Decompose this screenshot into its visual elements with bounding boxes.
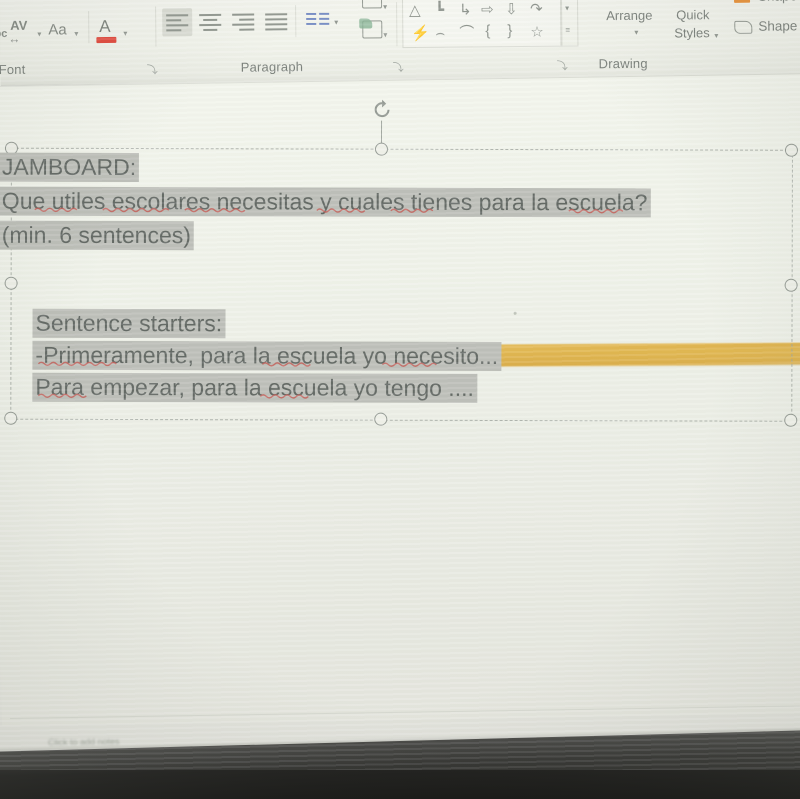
- shape-left-brace-icon[interactable]: {: [485, 22, 490, 39]
- shape-fill-button[interactable]: Shape: [758, 0, 797, 4]
- text-direction-icon[interactable]: [361, 0, 383, 9]
- ribbon-group-font: abc AV ↔ ▾ Aa ▾ A ▾: [0, 3, 142, 48]
- handle-middle-right[interactable]: [784, 278, 798, 292]
- text-line-starter-2-value: Para empezar, para la escuela yo tengo .…: [32, 372, 477, 403]
- shape-outline-icon[interactable]: [732, 19, 754, 37]
- font-color-letter: A: [99, 16, 111, 37]
- text-line-starter-1-value: -Primeramente, para la escuela yo necesi…: [32, 340, 502, 371]
- screenshot-photo: abc AV ↔ ▾ Aa ▾ A ▾ ▾ ▾ ▾ △ ┗ ↳ ⇨ ⇩ ↷ ⚡ …: [0, 0, 800, 799]
- paragraph-drawing-divider: [396, 2, 398, 47]
- shape-triangle-icon[interactable]: △: [409, 2, 421, 19]
- text-line-sentence-starters[interactable]: Sentence starters:: [32, 308, 226, 339]
- shape-corner-icon[interactable]: ┗: [435, 2, 444, 19]
- slide-speck: [513, 311, 517, 315]
- shape-down-arrow-icon[interactable]: ⇩: [505, 1, 518, 18]
- text-line-starter-2[interactable]: Para empezar, para la escuela yo tengo .…: [32, 372, 477, 403]
- gallery-more-caret-icon[interactable]: ≡: [565, 26, 570, 35]
- shape-arc-icon[interactable]: ⌒: [459, 24, 474, 41]
- paragraph-dialog-launcher[interactable]: ⤵: [393, 59, 404, 75]
- convert-smartart-icon[interactable]: [359, 18, 373, 29]
- character-spacing-arrow-icon: ↔: [8, 31, 21, 46]
- handle-middle-left[interactable]: [4, 276, 18, 290]
- shape-right-brace-icon[interactable]: }: [507, 22, 512, 39]
- ribbon: abc AV ↔ ▾ Aa ▾ A ▾ ▾ ▾ ▾ △ ┗ ↳ ⇨ ⇩ ↷ ⚡ …: [0, 0, 800, 86]
- character-spacing-icon[interactable]: AV ↔: [8, 17, 36, 46]
- drawing-dialog-launcher[interactable]: ⤵: [557, 58, 568, 74]
- slide-canvas[interactable]: JAMBOARD: Que utiles escolares necesitas…: [0, 73, 800, 726]
- text-line-sentence-starters-value: Sentence starters:: [32, 308, 226, 339]
- shape-bent-arrow-icon[interactable]: ↳: [459, 1, 472, 18]
- shape-fill-color-swatch: [734, 0, 751, 3]
- justify-button[interactable]: [261, 7, 291, 35]
- selected-text-box[interactable]: JAMBOARD: Que utiles escolares necesitas…: [0, 99, 798, 427]
- text-line-question[interactable]: Que utiles escolares necesitas y cuales …: [0, 186, 651, 218]
- arrange-button[interactable]: Arrange: [606, 8, 652, 23]
- paragraph-group-divider: [295, 5, 297, 38]
- shape-outline-button[interactable]: Shape: [758, 18, 797, 33]
- shape-star-icon[interactable]: ☆: [530, 24, 544, 41]
- text-line-jamboard-value: JAMBOARD:: [0, 152, 140, 183]
- shape-right-arrow-icon[interactable]: ⇨: [481, 1, 494, 18]
- quick-styles-button-line2[interactable]: Styles: [674, 25, 710, 40]
- shapes-gallery[interactable]: △ ┗ ↳ ⇨ ⇩ ↷ ⚡ ⌢ ⌒ { } ☆: [402, 0, 563, 49]
- columns-button[interactable]: [306, 9, 332, 33]
- strikethrough-icon[interactable]: abc: [0, 28, 7, 40]
- align-right-button[interactable]: [228, 8, 258, 36]
- quick-styles-caret-icon[interactable]: ▾: [714, 31, 718, 40]
- columns-caret-icon[interactable]: ▾: [334, 18, 338, 27]
- shape-curve-icon[interactable]: ⌢: [435, 25, 445, 42]
- character-spacing-label: AV: [10, 17, 28, 33]
- arrange-caret-icon[interactable]: ▾: [634, 28, 638, 37]
- align-left-button[interactable]: [162, 8, 193, 37]
- change-case-icon[interactable]: Aa: [48, 21, 67, 38]
- handle-top-center[interactable]: [374, 142, 388, 156]
- text-direction-caret-icon[interactable]: ▾: [383, 2, 387, 11]
- rotate-handle-icon[interactable]: [371, 99, 393, 121]
- text-line-question-value: Que utiles escolares necesitas y cuales …: [0, 186, 651, 218]
- font-dialog-launcher[interactable]: ⤵: [147, 61, 158, 77]
- handle-bottom-center[interactable]: [374, 412, 388, 426]
- quick-styles-button-line1[interactable]: Quick: [676, 7, 709, 22]
- text-line-minimum-value: (min. 6 sentences): [0, 220, 194, 251]
- shape-lightning-icon[interactable]: ⚡: [411, 25, 430, 42]
- group-label-font: Font: [0, 61, 26, 78]
- text-direction-icons: ▾ ▾: [359, 0, 392, 47]
- ribbon-group-paragraph: ▾: [162, 5, 352, 47]
- shape-curved-arrow-icon[interactable]: ↷: [530, 1, 543, 18]
- group-label-drawing: Drawing: [598, 55, 648, 72]
- text-line-jamboard[interactable]: JAMBOARD:: [0, 152, 140, 183]
- align-text-caret-icon[interactable]: ▾: [383, 30, 387, 39]
- font-color-caret-icon[interactable]: ▾: [123, 29, 127, 38]
- font-group-divider: [88, 11, 90, 44]
- handle-top-right[interactable]: [784, 143, 798, 157]
- group-label-paragraph: Paragraph: [240, 59, 304, 75]
- font-paragraph-divider: [155, 6, 157, 47]
- text-line-starter-1[interactable]: -Primeramente, para la escuela yo necesi…: [32, 340, 502, 371]
- shapes-gallery-scroll[interactable]: ▾ ≡: [559, 0, 579, 47]
- font-color-icon[interactable]: A: [96, 16, 118, 44]
- font-color-swatch: [96, 36, 117, 44]
- align-center-button[interactable]: [195, 8, 225, 36]
- shape-fill-icon[interactable]: [734, 0, 754, 7]
- character-spacing-caret-icon[interactable]: ▾: [37, 30, 41, 39]
- handle-bottom-right[interactable]: [784, 413, 798, 427]
- gallery-up-caret-icon[interactable]: ▾: [565, 4, 569, 13]
- change-case-caret-icon[interactable]: ▾: [74, 29, 78, 38]
- handle-bottom-left[interactable]: [4, 411, 18, 425]
- text-line-minimum[interactable]: (min. 6 sentences): [0, 220, 194, 251]
